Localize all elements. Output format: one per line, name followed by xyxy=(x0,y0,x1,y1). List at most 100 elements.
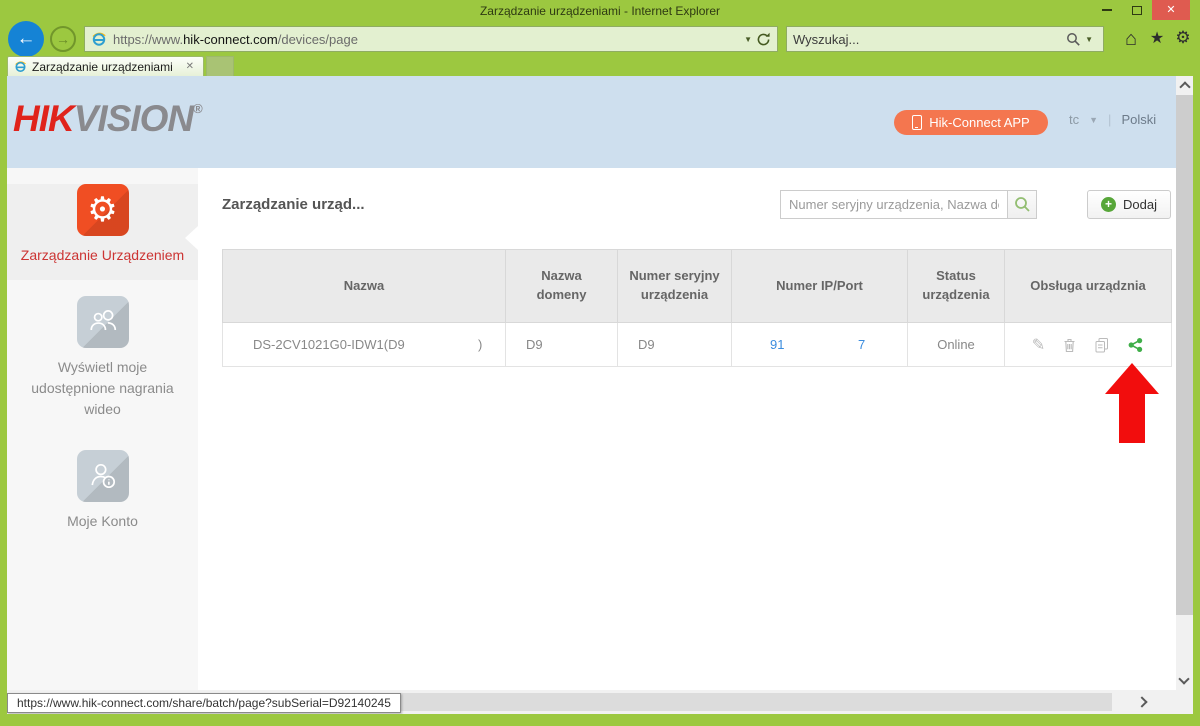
username[interactable]: tc xyxy=(1069,112,1079,127)
shared-users-icon xyxy=(77,296,129,348)
device-ip-link[interactable]: 91 xyxy=(770,323,784,367)
back-icon: ← xyxy=(17,28,36,50)
ie-icon xyxy=(91,31,107,47)
close-button[interactable]: ✕ xyxy=(1152,0,1190,20)
device-status-badge: Online xyxy=(908,323,1005,367)
header-name: Nazwa xyxy=(223,250,506,323)
sidebar-item-shared-videos[interactable]: Wyświetl moje udostępnione nagrania wide… xyxy=(7,296,198,434)
site-header: HIKVISION® Hik-Connect APP tc ▼ | Polski xyxy=(7,76,1176,168)
scrollbar-corner xyxy=(1176,690,1193,714)
device-name-cell: DS-2CV1021G0-IDW1(D9 ) xyxy=(223,323,506,367)
user-area: tc ▼ | Polski xyxy=(1069,112,1156,127)
page-viewport: HIKVISION® Hik-Connect APP tc ▼ | Polski… xyxy=(7,76,1193,714)
sidebar-item-device-management[interactable]: ⚙ Zarządzanie Urządzeniem xyxy=(7,184,198,280)
minimize-button[interactable] xyxy=(1092,0,1122,20)
device-domain-cell: D9 xyxy=(506,323,618,367)
settings-gear-icon[interactable]: ⚙ xyxy=(1170,28,1196,51)
window-titlebar: Zarządzanie urządzeniami - Internet Expl… xyxy=(0,0,1200,22)
device-operations-cell: ✎ xyxy=(1005,323,1172,367)
device-name-suffix: ) xyxy=(478,323,482,367)
app-button-label: Hik-Connect APP xyxy=(929,115,1029,130)
sidebar-item-my-account[interactable]: Moje Konto xyxy=(7,450,198,546)
device-management-gear-icon: ⚙ xyxy=(77,184,129,236)
active-item-notch xyxy=(185,226,198,250)
add-device-button[interactable]: + Dodaj xyxy=(1087,190,1171,219)
url-text: https://www.hik-connect.com/devices/page xyxy=(113,32,358,47)
forward-icon: → xyxy=(56,31,70,47)
logo-hik: HIK xyxy=(13,98,74,139)
language-selector[interactable]: Polski xyxy=(1121,112,1156,127)
status-bar-link-tooltip: https://www.hik-connect.com/share/batch/… xyxy=(7,693,401,713)
maximize-button[interactable] xyxy=(1122,0,1152,20)
close-icon: ✕ xyxy=(1166,0,1175,21)
hik-connect-app-button[interactable]: Hik-Connect APP xyxy=(894,110,1048,135)
scroll-down-icon[interactable] xyxy=(1178,673,1189,684)
annotation-arrow-stem xyxy=(1119,393,1145,443)
back-button[interactable]: ← xyxy=(8,21,44,57)
tab-device-management[interactable]: Zarządzanie urządzeniami ✕ xyxy=(7,56,204,76)
annotation-arrow-icon xyxy=(1105,363,1159,394)
logo-vision: VISION xyxy=(74,98,193,139)
copy-icon[interactable] xyxy=(1094,337,1110,353)
plus-icon: + xyxy=(1101,197,1116,212)
url-scheme: https://www. xyxy=(113,32,183,47)
device-search xyxy=(780,190,1037,219)
header-serial: Numer seryjny urządzenia xyxy=(618,250,732,323)
tab-close-icon[interactable]: ✕ xyxy=(183,61,197,72)
add-button-label: Dodaj xyxy=(1123,197,1157,212)
browser-search-box[interactable]: ▼ xyxy=(786,26,1104,52)
phone-icon xyxy=(912,115,922,130)
header-domain: Nazwa domeny xyxy=(506,250,618,323)
gear-glyph: ⚙ xyxy=(87,193,117,227)
devices-table: Nazwa Nazwa domeny Numer seryjny urządze… xyxy=(222,249,1172,367)
toolbar-icons: ⌂ ★ ⚙ xyxy=(1118,28,1196,51)
header-status: Status urządzenia xyxy=(908,250,1005,323)
window-title: Zarządzanie urządzeniami - Internet Expl… xyxy=(480,4,720,18)
device-name: DS-2CV1021G0-IDW1(D9 xyxy=(253,337,405,352)
favorites-star-icon[interactable]: ★ xyxy=(1144,28,1170,51)
table-row: DS-2CV1021G0-IDW1(D9 ) D9 D9 91 7 Online… xyxy=(223,323,1172,367)
ie-icon xyxy=(14,60,27,73)
home-icon[interactable]: ⌂ xyxy=(1118,28,1144,51)
delete-trash-icon[interactable] xyxy=(1062,337,1077,353)
sidebar-item-label: Zarządzanie Urządzeniem xyxy=(7,245,198,266)
scroll-up-icon[interactable] xyxy=(1179,81,1190,92)
new-tab-button[interactable] xyxy=(206,56,234,76)
sidebar: ⚙ Zarządzanie Urządzeniem Wyświetl moje … xyxy=(7,168,198,690)
sidebar-item-label: Wyświetl moje udostępnione nagrania wide… xyxy=(7,357,198,420)
sidebar-item-label: Moje Konto xyxy=(7,511,198,532)
shared-users-glyph xyxy=(87,307,119,337)
browser-search-input[interactable] xyxy=(793,32,1066,47)
device-serial-cell: D9 xyxy=(618,323,732,367)
search-dropdown-icon[interactable]: ▼ xyxy=(1081,35,1097,44)
table-header-row: Nazwa Nazwa domeny Numer seryjny urządze… xyxy=(223,250,1172,323)
address-bar[interactable]: https://www.hik-connect.com/devices/page… xyxy=(84,26,778,52)
forward-button[interactable]: → xyxy=(50,26,76,52)
tab-title: Zarządzanie urządzeniami xyxy=(32,60,183,74)
divider: | xyxy=(1108,112,1111,127)
page-title: Zarządzanie urząd... xyxy=(222,196,365,213)
header-operations: Obsługa urządznia xyxy=(1005,250,1172,323)
device-search-button[interactable] xyxy=(1008,190,1037,219)
window-controls: ✕ xyxy=(1092,0,1190,20)
refresh-icon[interactable] xyxy=(756,32,771,47)
vertical-scrollbar[interactable] xyxy=(1176,76,1193,690)
device-search-input[interactable] xyxy=(780,190,1008,219)
account-info-glyph xyxy=(87,460,119,492)
browser-toolbar: ← → https://www.hik-connect.com/devices/… xyxy=(0,22,1200,56)
device-ip-port-cell: 91 7 xyxy=(732,323,908,367)
minimize-icon xyxy=(1102,9,1112,11)
share-icon[interactable] xyxy=(1127,337,1144,353)
search-icon xyxy=(1014,196,1031,213)
hikvision-logo: HIKVISION® xyxy=(13,98,202,140)
main-content: Zarządzanie urząd... + Dodaj Nazwa xyxy=(198,168,1176,690)
tab-strip: Zarządzanie urządzeniami ✕ xyxy=(0,56,1200,76)
device-port-link[interactable]: 7 xyxy=(858,323,865,367)
edit-pencil-icon[interactable]: ✎ xyxy=(1032,335,1045,355)
scroll-right-icon[interactable] xyxy=(1136,696,1147,707)
address-dropdown-icon[interactable]: ▼ xyxy=(740,35,756,44)
user-dropdown-icon[interactable]: ▼ xyxy=(1089,115,1098,125)
account-info-icon xyxy=(77,450,129,502)
vertical-scroll-thumb[interactable] xyxy=(1176,95,1193,615)
search-icon[interactable] xyxy=(1066,32,1081,47)
